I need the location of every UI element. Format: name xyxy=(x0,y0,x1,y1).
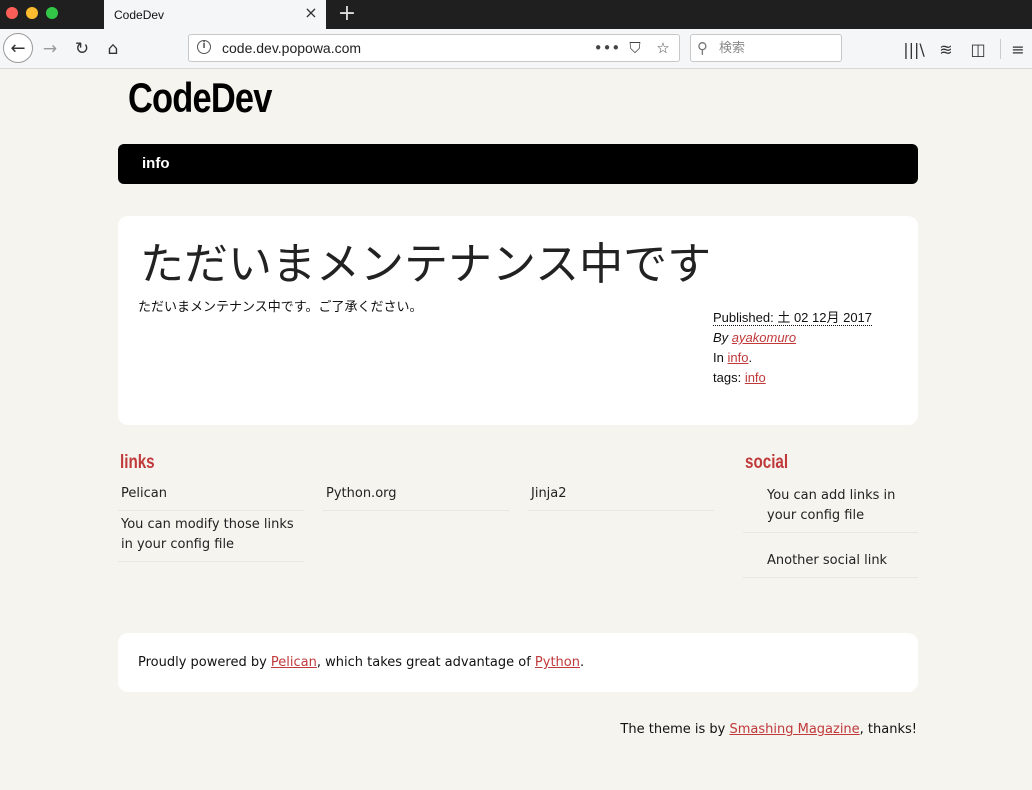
home-icon[interactable]: ⌂ xyxy=(99,35,127,63)
pelican-link[interactable]: Pelican xyxy=(271,655,317,670)
footer-card: Proudly powered by Pelican, which takes … xyxy=(118,633,918,692)
category-link[interactable]: info xyxy=(727,350,748,365)
toolbar-divider xyxy=(1000,39,1001,59)
search-icon: ⚲ xyxy=(697,39,708,57)
page-actions: ••• ⛉ ☆ xyxy=(594,38,675,58)
python-link[interactable]: Python xyxy=(535,655,580,670)
tab-title: CodeDev xyxy=(114,8,165,22)
blogroll-link-pelican[interactable]: Pelican xyxy=(118,484,304,511)
layers-icon[interactable]: ≋ xyxy=(932,35,960,63)
social-link-another[interactable]: Another social link xyxy=(743,551,918,578)
back-icon[interactable]: ← xyxy=(3,33,33,63)
new-tab-button[interactable]: + xyxy=(334,0,360,29)
search-box[interactable]: ⚲ xyxy=(690,34,842,62)
sidebar-icon[interactable]: ◫ xyxy=(964,35,992,63)
reload-icon[interactable]: ↻ xyxy=(68,35,96,63)
blogroll-link-config[interactable]: You can modify those links in your confi… xyxy=(118,515,304,562)
by-label: By xyxy=(713,330,729,345)
bookmark-star-icon[interactable]: ☆ xyxy=(651,38,675,58)
smashing-magazine-link[interactable]: Smashing Magazine xyxy=(729,722,859,737)
powered-by: Proudly powered by Pelican, which takes … xyxy=(138,655,585,670)
pocket-icon[interactable]: ⛉ xyxy=(623,38,647,58)
window-minimize-button[interactable] xyxy=(26,7,38,19)
window-close-button[interactable] xyxy=(6,7,18,19)
navigation-toolbar: ← → ↻ ⌂ i code.dev.popowa.com ••• ⛉ ☆ ⚲ … xyxy=(0,29,1032,69)
blogroll-link-python[interactable]: Python.org xyxy=(323,484,509,511)
author-line: By ayakomuro xyxy=(713,328,903,348)
close-icon[interactable]: × xyxy=(302,4,320,22)
published-line: Published: 土 02 12月 2017 xyxy=(713,308,903,328)
forward-icon[interactable]: → xyxy=(36,35,64,63)
links-heading: links xyxy=(120,452,155,473)
article-body: ただいまメンテナンス中です。ご了承ください。 xyxy=(138,300,423,315)
site-title[interactable]: CodeDev xyxy=(128,74,272,122)
url-text[interactable]: code.dev.popowa.com xyxy=(222,40,361,56)
address-bar[interactable]: i code.dev.popowa.com ••• ⛉ ☆ xyxy=(188,34,680,62)
tab-strip: CodeDev × + xyxy=(0,0,1032,29)
category-line: In info. xyxy=(713,350,753,365)
post-info: Published: 土 02 12月 2017 By ayakomuro In… xyxy=(713,308,903,388)
blogroll-link-jinja2[interactable]: Jinja2 xyxy=(528,484,714,511)
toolbar-buttons: |||\ ≋ ◫ xyxy=(900,35,992,63)
tag-link[interactable]: info xyxy=(745,370,766,385)
main-menu: info xyxy=(118,144,918,184)
article-title[interactable]: ただいまメンテナンス中です xyxy=(140,228,711,292)
hamburger-menu-icon[interactable]: ≡ xyxy=(1006,35,1030,63)
more-icon[interactable]: ••• xyxy=(594,38,621,58)
tab-codedev[interactable]: CodeDev × xyxy=(104,0,326,29)
menu-item-info[interactable]: info xyxy=(142,155,170,172)
in-label: In xyxy=(713,350,724,365)
author-link[interactable]: ayakomuro xyxy=(732,330,796,345)
tags-label: tags: xyxy=(713,370,742,385)
theme-credits: The theme is by Smashing Magazine, thank… xyxy=(620,722,917,737)
tags-line: tags: info xyxy=(713,368,903,388)
library-icon[interactable]: |||\ xyxy=(900,35,928,63)
social-heading: social xyxy=(745,452,789,473)
published-date: Published: 土 02 12月 2017 xyxy=(713,310,873,326)
social-link-config[interactable]: You can add links in your config file xyxy=(743,486,918,533)
window-zoom-button[interactable] xyxy=(46,7,58,19)
info-icon[interactable]: i xyxy=(197,40,211,54)
search-input[interactable] xyxy=(719,39,834,57)
article-card: ただいまメンテナンス中です ただいまメンテナンス中です。ご了承ください。 Pub… xyxy=(118,216,918,425)
